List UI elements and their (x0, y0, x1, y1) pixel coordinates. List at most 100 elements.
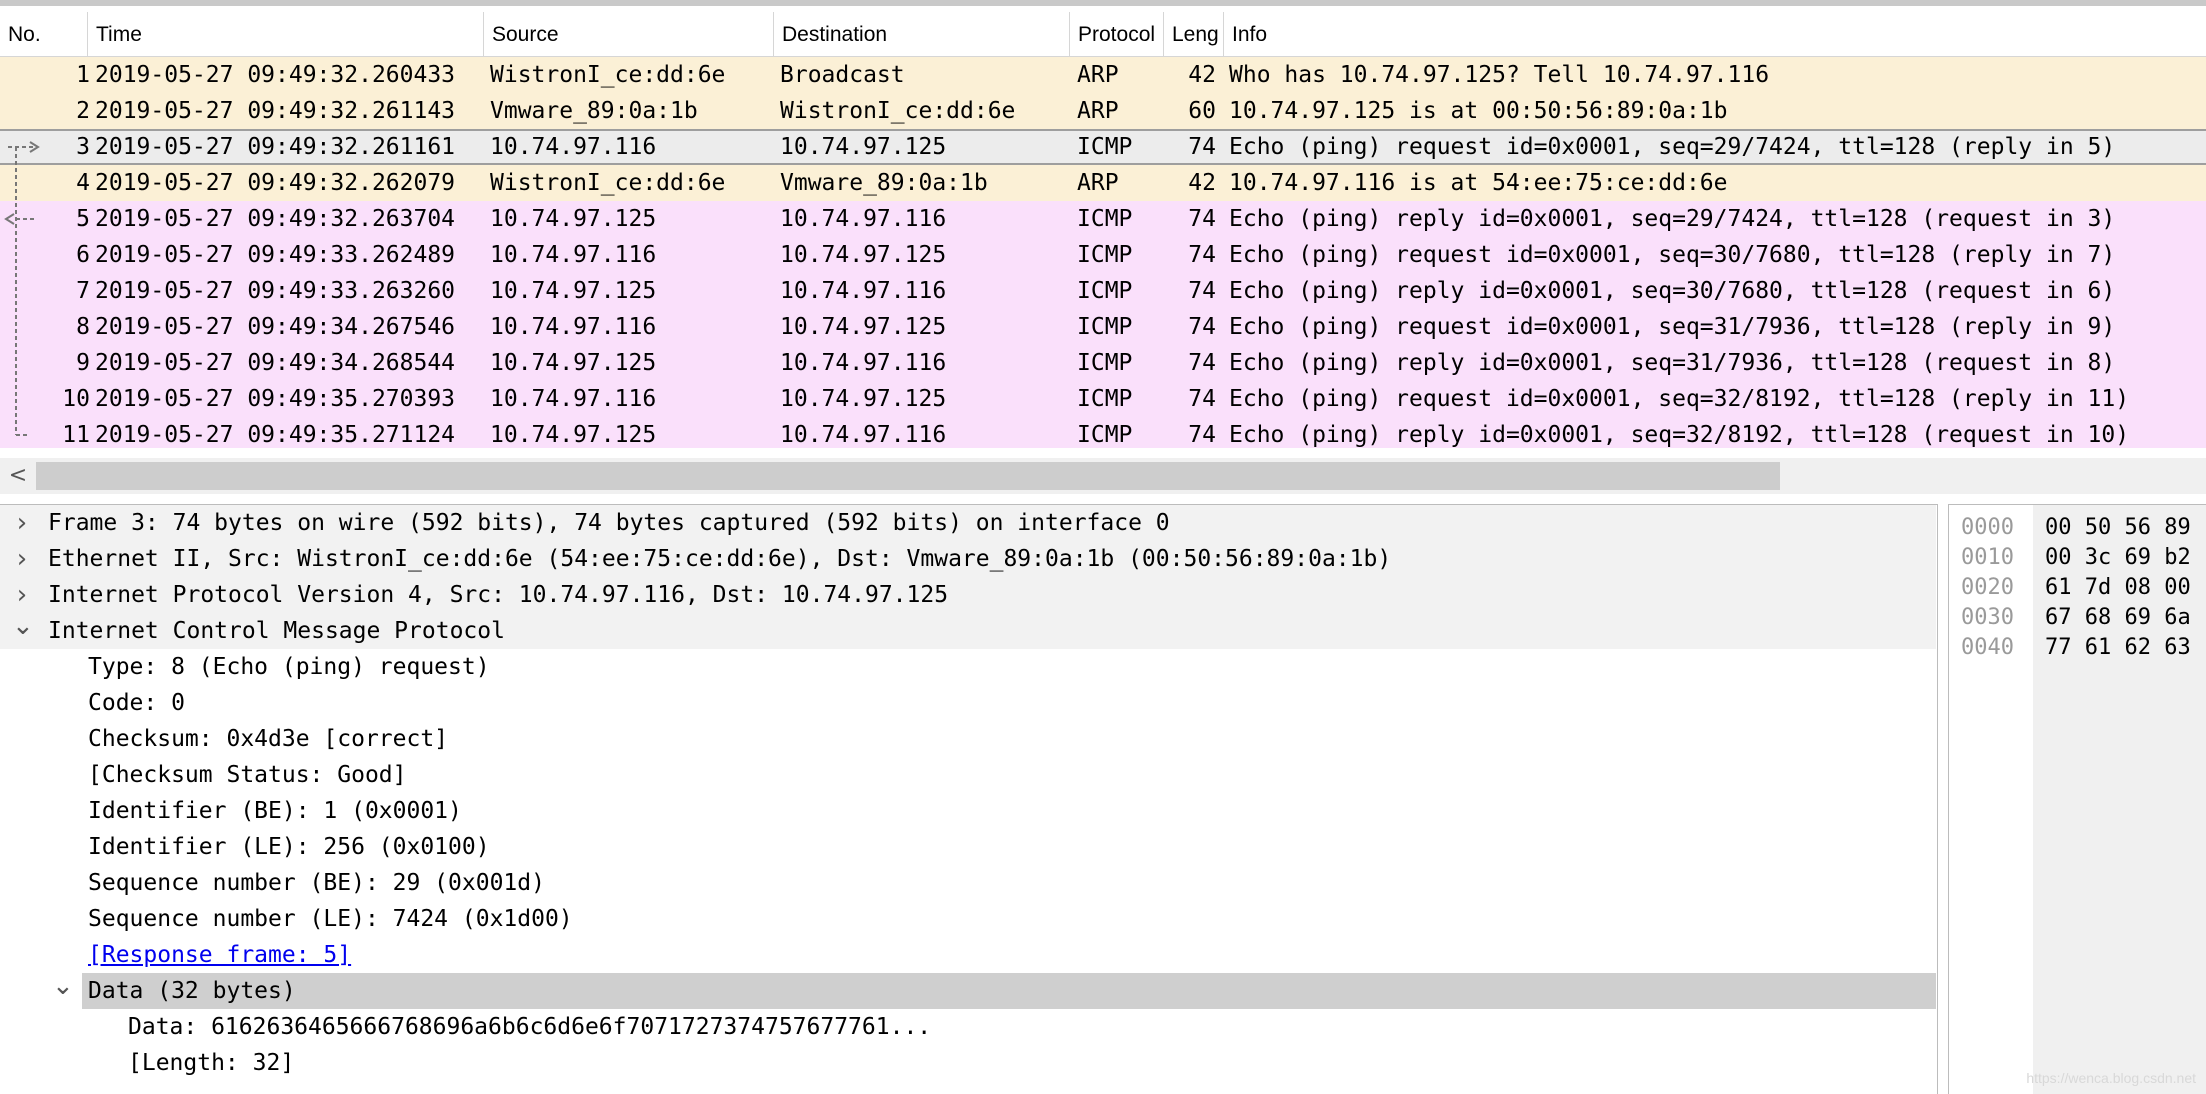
detail-tree-label: [Length: 32] (128, 1050, 295, 1076)
cell-no: 8 (76, 314, 90, 340)
detail-tree-item[interactable]: Identifier (LE): 256 (0x0100) (0, 829, 1936, 865)
cell-length: 74 (1188, 350, 1216, 376)
cell-source: 10.74.97.116 (490, 314, 657, 340)
cell-source: 10.74.97.116 (490, 134, 657, 160)
cell-length: 74 (1188, 314, 1216, 340)
chevron-down-icon[interactable]: ⌄ (52, 973, 74, 999)
detail-tree-item[interactable]: ⌄ Internet Control Message Protocol (0, 613, 1936, 649)
detail-tree-label: Internet Control Message Protocol (48, 618, 505, 644)
cell-protocol: ICMP (1077, 242, 1133, 268)
cell-info: Echo (ping) reply id=0x0001, seq=30/7680… (1229, 278, 2116, 304)
packet-row[interactable]: 8 2019-05-27 09:49:34.267546 10.74.97.116 1… (0, 309, 2206, 345)
cell-length: 42 (1188, 170, 1216, 196)
packet-row[interactable]: 10 2019-05-27 09:49:35.270393 10.74.97.116… (0, 381, 2206, 417)
packet-row[interactable]: 3 2019-05-27 09:49:32.261161 10.74.97.116 1… (0, 129, 2206, 165)
column-header-protocol[interactable]: Protocol (1070, 12, 1164, 56)
detail-tree-item[interactable]: › Ethernet II, Src: WistronI_ce:dd:6e (54… (0, 541, 1936, 577)
chevron-right-icon[interactable]: › (12, 577, 32, 613)
detail-tree-item[interactable]: Checksum: 0x4d3e [correct] (0, 721, 1936, 757)
cell-destination: Vmware_89:0a:1b (780, 170, 988, 196)
hex-offset: 0030 (1961, 605, 2014, 630)
chevron-right-icon[interactable]: › (12, 505, 32, 541)
packet-details-tree: › Frame 3: 74 bytes on wire (592 bits), 7… (0, 504, 1938, 1094)
detail-tree-item[interactable]: [Length: 32] (0, 1045, 1936, 1081)
cell-no: 1 (76, 62, 90, 88)
cell-protocol: ICMP (1077, 314, 1133, 340)
column-header-time[interactable]: Time (88, 12, 484, 56)
detail-tree-item[interactable]: Sequence number (LE): 7424 (0x1d00) (0, 901, 1936, 937)
cell-no: 11 (62, 422, 90, 448)
detail-tree-label: Sequence number (LE): 7424 (0x1d00) (88, 906, 573, 932)
watermark: https://wenca.blog.csdn.net (2026, 1070, 2196, 1086)
chevron-down-icon[interactable]: ⌄ (12, 613, 34, 639)
detail-tree-label: Code: 0 (88, 690, 185, 716)
hex-line[interactable]: 0000 00 50 56 89 (1949, 513, 2206, 543)
cell-protocol: ICMP (1077, 134, 1133, 160)
packet-list: No. Time Source Destination Protocol Leng Info… (0, 0, 2206, 448)
packet-row[interactable]: 4 2019-05-27 09:49:32.262079 WistronI_ce:d… (0, 165, 2206, 201)
hex-line[interactable]: 0020 61 7d 08 00 (1949, 573, 2206, 603)
cell-no: 4 (76, 170, 90, 196)
cell-length: 60 (1188, 98, 1216, 124)
detail-tree-item[interactable]: ⌄ Data (32 bytes) (52, 973, 1936, 1009)
detail-tree-item[interactable]: Identifier (BE): 1 (0x0001) (0, 793, 1936, 829)
cell-protocol: ARP (1077, 62, 1119, 88)
packet-bytes-pane: 0000 00 50 56 89 0010 00 3c 69 b2 0020 61 7d … (1948, 504, 2206, 1094)
hex-line[interactable]: 0030 67 68 69 6a (1949, 603, 2206, 633)
cell-source: 10.74.97.125 (490, 206, 657, 232)
cell-source: 10.74.97.116 (490, 242, 657, 268)
cell-source: 10.74.97.125 (490, 422, 657, 448)
response-frame-link[interactable]: [Response frame: 5] (88, 937, 351, 973)
detail-tree-item[interactable]: Sequence number (BE): 29 (0x001d) (0, 865, 1936, 901)
column-header-destination[interactable]: Destination (774, 12, 1070, 56)
cell-info: Echo (ping) request id=0x0001, seq=31/79… (1229, 314, 2116, 340)
column-header-info[interactable]: Info (1224, 12, 2206, 56)
cell-time: 2019-05-27 09:49:32.263704 (95, 206, 456, 232)
detail-tree-item[interactable]: › Frame 3: 74 bytes on wire (592 bits), 7… (0, 505, 1936, 541)
hex-bytes: 00 3c 69 b2 (2045, 545, 2191, 570)
cell-no: 10 (62, 386, 90, 412)
cell-source: Vmware_89:0a:1b (490, 98, 698, 124)
cell-destination: 10.74.97.125 (780, 386, 947, 412)
packet-row[interactable]: 7 2019-05-27 09:49:33.263260 10.74.97.125 1… (0, 273, 2206, 309)
cell-info: 10.74.97.116 is at 54:ee:75:ce:dd:6e (1229, 170, 1728, 196)
cell-protocol: ICMP (1077, 422, 1133, 448)
detail-tree-item[interactable]: [Checksum Status: Good] (0, 757, 1936, 793)
packet-row[interactable]: 2 2019-05-27 09:49:32.261143 Vmware_89:0a:… (0, 93, 2206, 129)
column-header-source[interactable]: Source (484, 12, 774, 56)
hex-line[interactable]: 0040 77 61 62 63 (1949, 633, 2206, 663)
packet-row[interactable]: 9 2019-05-27 09:49:34.268544 10.74.97.125 1… (0, 345, 2206, 381)
detail-tree-item[interactable]: Data: 6162636465666768696a6b6c6d6e6f7071… (0, 1009, 1936, 1045)
cell-length: 74 (1188, 422, 1216, 448)
column-header-no[interactable]: No. (0, 12, 88, 56)
cell-protocol: ARP (1077, 98, 1119, 124)
cell-no: 9 (76, 350, 90, 376)
cell-time: 2019-05-27 09:49:34.268544 (95, 350, 456, 376)
cell-destination: 10.74.97.125 (780, 314, 947, 340)
hex-line[interactable]: 0010 00 3c 69 b2 (1949, 543, 2206, 573)
hex-offset: 0020 (1961, 575, 2014, 600)
cell-time: 2019-05-27 09:49:32.261143 (95, 98, 456, 124)
cell-length: 74 (1188, 386, 1216, 412)
horizontal-scrollbar[interactable]: < (0, 458, 2206, 494)
scroll-left-arrow-icon[interactable]: < (0, 458, 36, 494)
cell-no: 6 (76, 242, 90, 268)
cell-info: 10.74.97.125 is at 00:50:56:89:0a:1b (1229, 98, 1728, 124)
cell-source: 10.74.97.116 (490, 386, 657, 412)
detail-tree-item[interactable]: [Response frame: 5] (0, 937, 1936, 973)
chevron-right-icon[interactable]: › (12, 541, 32, 577)
detail-tree-item[interactable]: Type: 8 (Echo (ping) request) (0, 649, 1936, 685)
cell-source: WistronI_ce:dd:6e (490, 62, 726, 88)
detail-tree-label: Type: 8 (Echo (ping) request) (88, 654, 490, 680)
detail-tree-item[interactable]: Code: 0 (0, 685, 1936, 721)
detail-tree-label: [Checksum Status: Good] (88, 762, 407, 788)
packet-row[interactable]: 5 2019-05-27 09:49:32.263704 10.74.97.125 1… (0, 201, 2206, 237)
column-header-length[interactable]: Leng (1164, 12, 1224, 56)
detail-tree-item[interactable]: › Internet Protocol Version 4, Src: 10.74… (0, 577, 1936, 613)
cell-destination: 10.74.97.116 (780, 278, 947, 304)
packet-row[interactable]: 6 2019-05-27 09:49:33.262489 10.74.97.116 1… (0, 237, 2206, 273)
detail-tree-label: Ethernet II, Src: WistronI_ce:dd:6e (54:… (48, 546, 1392, 572)
packet-row[interactable]: 1 2019-05-27 09:49:32.260433 WistronI_ce:d… (0, 57, 2206, 93)
scrollbar-thumb[interactable] (36, 462, 1780, 490)
packet-row[interactable]: 11 2019-05-27 09:49:35.271124 10.74.97.125… (0, 417, 2206, 448)
